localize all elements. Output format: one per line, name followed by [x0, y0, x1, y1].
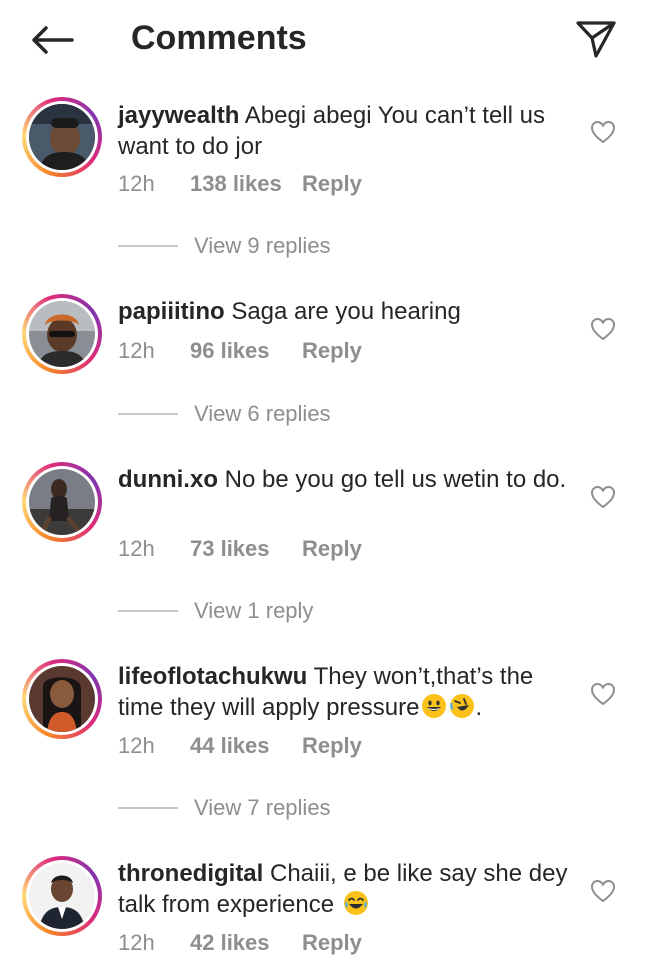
reply-button[interactable]: Reply: [302, 930, 362, 956]
avatar-image: [29, 469, 95, 535]
comment-time: 12h: [118, 536, 155, 561]
comment-likes[interactable]: 73 likes: [190, 536, 302, 562]
comment-likes[interactable]: 44 likes: [190, 733, 302, 759]
replies-divider: [118, 245, 178, 247]
back-button[interactable]: [28, 20, 76, 60]
reply-button[interactable]: Reply: [302, 338, 362, 364]
view-replies-button[interactable]: View 6 replies: [118, 399, 331, 429]
comment-username[interactable]: dunni.xo: [118, 466, 218, 493]
replies-divider: [118, 413, 178, 415]
comment-username[interactable]: thronedigital: [118, 860, 263, 887]
view-replies-button[interactable]: View 9 replies: [118, 231, 331, 261]
comment-body-suffix: .: [475, 694, 483, 721]
arrow-left-icon: [32, 26, 74, 54]
view-replies-button[interactable]: View 1 reply: [118, 596, 313, 626]
comment-text: thronedigital Chaiii, e be like say she …: [118, 858, 568, 920]
avatar-story-ring[interactable]: [22, 294, 102, 374]
comment-time: 12h: [118, 930, 155, 955]
avatar: [29, 104, 95, 170]
heart-icon[interactable]: [589, 483, 617, 511]
comment-text: lifeoflotachukwu They won’t,that’s the t…: [118, 661, 568, 723]
view-replies-label: View 1 reply: [194, 598, 314, 623]
avatar-image: [29, 104, 95, 170]
reply-button[interactable]: Reply: [302, 536, 362, 562]
avatar-image: [29, 301, 95, 367]
page-title: Comments: [131, 19, 307, 57]
grinning-face-emoji: [422, 694, 447, 718]
tears-of-joy-emoji: [343, 891, 368, 915]
comments-header: Comments: [0, 0, 654, 80]
replies-divider: [118, 610, 178, 612]
comment-text: dunni.xo No be you go tell us wetin to d…: [118, 464, 568, 495]
view-replies-button[interactable]: View 7 replies: [118, 793, 331, 823]
avatar-story-ring[interactable]: [22, 97, 102, 177]
comment-likes[interactable]: 138 likes: [190, 171, 302, 197]
replies-divider: [118, 807, 178, 809]
avatar: [29, 666, 95, 732]
reply-button[interactable]: Reply: [302, 733, 362, 759]
comment-meta: 12h 138 likes Reply: [118, 169, 362, 199]
comment-time: 12h: [118, 171, 155, 196]
comment-text: papiiitino Saga are you hearing: [118, 296, 568, 327]
heart-icon[interactable]: [589, 680, 617, 708]
avatar-story-ring[interactable]: [22, 659, 102, 739]
comment-time: 12h: [118, 733, 155, 758]
comment-meta: 12h 73 likes Reply: [118, 534, 362, 564]
avatar: [29, 301, 95, 367]
share-button[interactable]: [570, 16, 622, 62]
reply-button[interactable]: Reply: [302, 171, 362, 197]
comment-meta: 12h 96 likes Reply: [118, 336, 362, 366]
view-replies-label: View 6 replies: [194, 401, 331, 426]
rolling-on-floor-laughing-emoji: [450, 694, 475, 718]
paper-plane-icon: [576, 21, 616, 58]
comment-likes[interactable]: 96 likes: [190, 338, 302, 364]
avatar-image: [29, 666, 95, 732]
view-replies-label: View 9 replies: [194, 233, 331, 258]
avatar: [29, 469, 95, 535]
comment-meta: 12h 42 likes Reply: [118, 928, 362, 958]
avatar-image: [29, 863, 95, 929]
heart-icon[interactable]: [589, 118, 617, 146]
comment-time: 12h: [118, 338, 155, 363]
comment-username[interactable]: jayywealth: [118, 102, 239, 129]
comment-body: Saga are you hearing: [231, 298, 461, 325]
comment-likes[interactable]: 42 likes: [190, 930, 302, 956]
avatar: [29, 863, 95, 929]
comment-text: jayywealth Abegi abegi You can’t tell us…: [118, 100, 568, 162]
comment-meta: 12h 44 likes Reply: [118, 731, 362, 761]
avatar-story-ring[interactable]: [22, 856, 102, 936]
heart-icon[interactable]: [589, 315, 617, 343]
comment-body: No be you go tell us wetin to do.: [224, 466, 567, 493]
comment-username[interactable]: lifeoflotachukwu: [118, 663, 307, 690]
avatar-story-ring[interactable]: [22, 462, 102, 542]
view-replies-label: View 7 replies: [194, 795, 331, 820]
heart-icon[interactable]: [589, 877, 617, 905]
comment-username[interactable]: papiiitino: [118, 298, 225, 325]
